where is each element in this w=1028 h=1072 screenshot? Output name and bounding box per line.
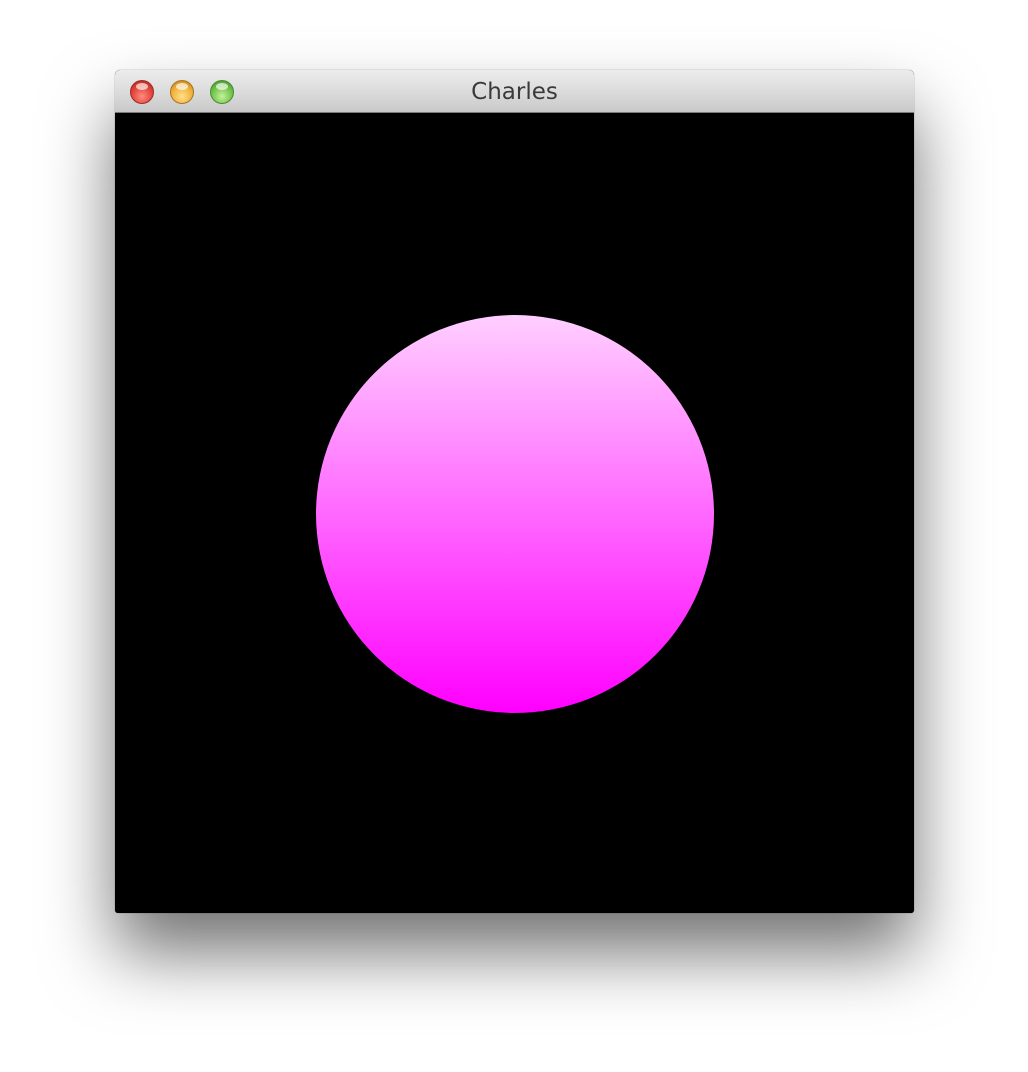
app-window: Charles xyxy=(115,70,914,913)
gradient-circle xyxy=(316,315,714,713)
render-canvas xyxy=(115,113,914,913)
title-bar[interactable]: Charles xyxy=(115,70,914,113)
window-title: Charles xyxy=(471,79,558,105)
